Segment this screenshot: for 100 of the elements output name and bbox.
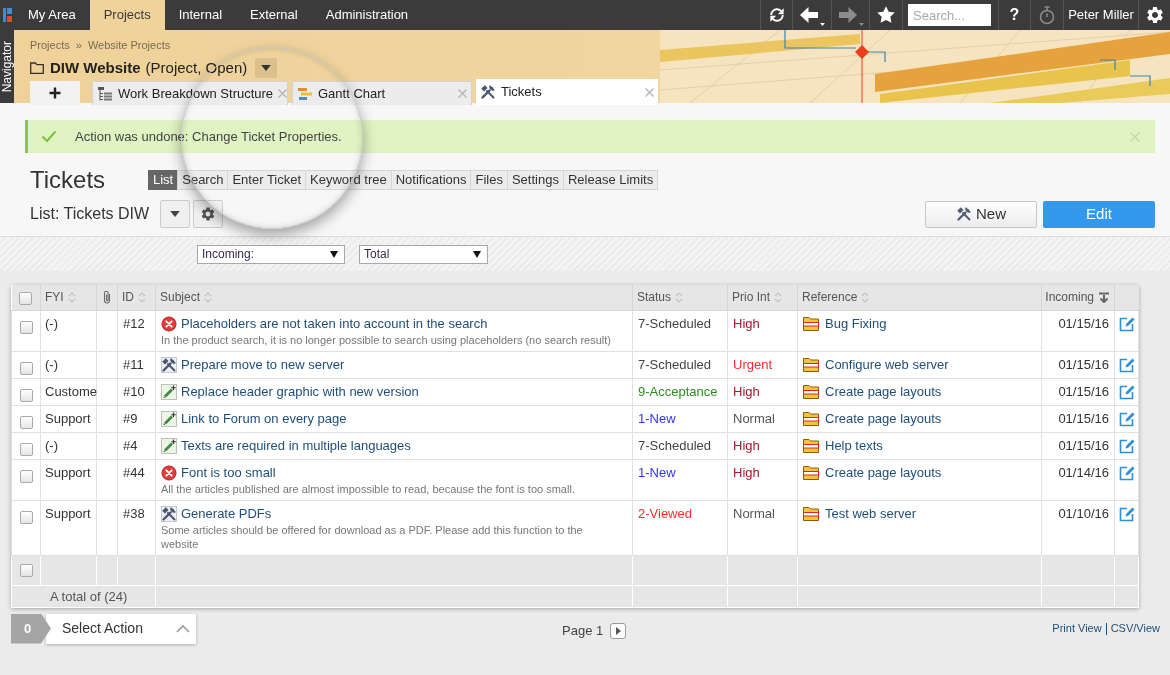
ticket-subject-link[interactable]: Generate PDFs — [181, 504, 272, 523]
reference-link[interactable]: Help texts — [825, 436, 883, 455]
tools-icon — [480, 84, 496, 100]
caret-icon[interactable] — [330, 250, 338, 258]
user-menu[interactable]: Peter Miller — [1068, 5, 1134, 25]
project-status: (Project, Open) — [145, 57, 248, 78]
subtab[interactable]: Settings — [506, 170, 564, 190]
caret-right-icon[interactable] — [615, 626, 621, 635]
tools-icon — [956, 206, 972, 222]
document-tab[interactable]: Gantt Chart — [292, 81, 472, 105]
folder-icon — [803, 438, 819, 453]
column-header[interactable]: Subject — [160, 288, 201, 307]
subtab[interactable]: Notifications — [390, 170, 472, 190]
settings-icon[interactable] — [1144, 5, 1165, 25]
tools-icon — [161, 356, 177, 373]
caret-icon[interactable] — [261, 65, 272, 71]
nav-tab[interactable]: Internal — [164, 0, 237, 30]
settings-icon[interactable] — [200, 206, 217, 222]
document-tab[interactable]: Tickets — [476, 79, 658, 105]
reference-link[interactable]: Test web server — [825, 504, 917, 523]
subtab[interactable]: Enter Ticket — [227, 170, 307, 190]
sort-descending-icon[interactable] — [1098, 291, 1110, 303]
export-link[interactable]: Print View — [1052, 620, 1102, 637]
bar-chart-icon — [297, 85, 313, 102]
column-header[interactable]: Status — [637, 288, 672, 307]
subtab[interactable]: Search — [177, 170, 229, 190]
row-checkbox[interactable] — [19, 320, 33, 334]
row-checkbox[interactable] — [19, 361, 33, 375]
table-cell: 2-Viewed — [632, 500, 728, 555]
caret-icon[interactable] — [820, 23, 825, 26]
export-link[interactable]: CSV/View — [1110, 620, 1160, 637]
ticket-subject-link[interactable]: Placeholders are not taken into account in the search — [181, 314, 488, 333]
document-tab[interactable]: Work Breakdown Structure — [92, 81, 288, 105]
search-field[interactable]: Search... — [908, 4, 991, 26]
column-header[interactable]: Prio Int — [732, 288, 770, 307]
project-title: DIW Website — [50, 57, 141, 78]
row-checkbox[interactable] — [19, 388, 33, 402]
tools-icon — [161, 505, 177, 522]
back-arrow-icon[interactable] — [799, 6, 819, 24]
subtab[interactable]: Files — [470, 170, 508, 190]
edit-icon[interactable] — [1118, 356, 1135, 373]
reference-link[interactable]: Bug Fixing — [825, 314, 887, 333]
breadcrumb-link[interactable]: Projects — [30, 38, 70, 52]
filter-select[interactable]: Total — [359, 244, 488, 264]
table-cell: Support — [40, 459, 97, 500]
filter-select[interactable]: Incoming: — [197, 244, 345, 264]
select-all-checkbox[interactable] — [19, 291, 33, 305]
table-cell: (-) — [40, 351, 97, 378]
row-checkbox[interactable] — [19, 510, 33, 524]
nav-tab[interactable]: External — [236, 0, 312, 30]
next-page-button[interactable] — [610, 622, 627, 639]
caret-icon[interactable] — [473, 250, 481, 258]
column-header[interactable]: Reference — [802, 288, 858, 307]
new-button[interactable]: New — [925, 200, 1037, 228]
edit-icon[interactable] — [1118, 505, 1135, 522]
breadcrumb-link[interactable]: Website Projects — [87, 38, 171, 52]
help-button[interactable]: ? — [1009, 7, 1020, 23]
subtab[interactable]: List — [148, 170, 179, 190]
nav-tab[interactable]: Administration — [311, 0, 423, 30]
edit-icon[interactable] — [1118, 464, 1135, 481]
edit-icon[interactable] — [1118, 315, 1135, 332]
pencil-plus-icon — [161, 383, 177, 400]
chevron-up-icon[interactable] — [176, 624, 190, 633]
table-cell: Support — [40, 405, 97, 432]
nav-tab[interactable]: My Area — [14, 0, 90, 30]
table-cell: 1-New — [632, 405, 728, 432]
row-checkbox[interactable] — [19, 564, 33, 578]
edit-icon[interactable] — [1118, 410, 1135, 427]
row-checkbox[interactable] — [19, 469, 33, 483]
close-icon[interactable] — [645, 87, 654, 97]
caret-icon[interactable] — [170, 211, 181, 217]
project-menu-button[interactable] — [255, 58, 278, 78]
plus-icon[interactable] — [49, 87, 61, 99]
list-menu-button[interactable] — [160, 200, 191, 228]
ticket-subject-link[interactable]: Font is too small — [181, 463, 276, 482]
app-logo-icon[interactable] — [2, 8, 12, 22]
table-cell: High — [727, 432, 798, 459]
subtab[interactable]: Release Limits — [562, 170, 659, 190]
table-cell: 7-Scheduled — [632, 432, 728, 459]
ticket-description: All the articles published are almost impossible to read, because the font is too small. — [161, 481, 576, 496]
list-settings-button[interactable] — [193, 200, 224, 228]
error-icon — [161, 464, 177, 481]
subtab[interactable]: Keyword tree — [305, 170, 392, 190]
column-header[interactable]: FYI — [45, 288, 64, 307]
table-cell: 01/10/16 — [1041, 500, 1115, 555]
add-tab-button[interactable] — [30, 81, 80, 105]
navigator-tab[interactable]: Navigator — [0, 30, 14, 103]
action-select[interactable]: Select Action — [46, 613, 196, 644]
nav-tab[interactable]: Projects — [89, 0, 165, 30]
star-icon[interactable] — [876, 5, 896, 25]
row-checkbox[interactable] — [19, 415, 33, 429]
edit-icon[interactable] — [1118, 383, 1135, 400]
row-checkbox[interactable] — [19, 442, 33, 456]
table-cell: 01/15/16 — [1041, 351, 1115, 378]
table-cell: 01/15/16 — [1041, 310, 1115, 351]
table-cell: #4 — [117, 432, 156, 459]
pencil-plus-icon — [161, 437, 177, 454]
edit-icon[interactable] — [1118, 437, 1135, 454]
column-header[interactable]: Incoming — [1045, 288, 1094, 307]
column-header[interactable]: ID — [122, 288, 134, 307]
